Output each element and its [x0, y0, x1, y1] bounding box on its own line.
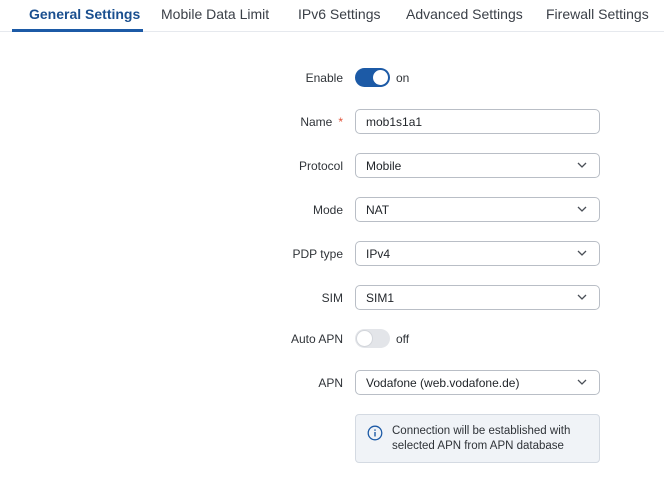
- tab-advanced-settings[interactable]: Advanced Settings: [406, 6, 523, 32]
- active-tab-indicator: [12, 29, 143, 32]
- sim-label: SIM: [321, 291, 343, 305]
- apn-info-box: Connection will be established with sele…: [355, 414, 600, 463]
- mode-select[interactable]: NAT: [355, 197, 600, 222]
- protocol-select-value: Mobile: [366, 158, 402, 173]
- required-asterisk: *: [338, 115, 343, 129]
- protocol-select[interactable]: Mobile: [355, 153, 600, 178]
- name-label: Name *: [300, 115, 343, 129]
- apn-label: APN: [318, 376, 343, 390]
- pdp-type-select[interactable]: IPv4: [355, 241, 600, 266]
- chevron-down-icon: [577, 250, 587, 256]
- name-label-text: Name: [300, 115, 333, 129]
- tab-ipv6-settings[interactable]: IPv6 Settings: [298, 6, 381, 32]
- chevron-down-icon: [577, 379, 587, 385]
- apn-select[interactable]: Vodafone (web.vodafone.de): [355, 370, 600, 395]
- sim-select-value: SIM1: [366, 290, 395, 305]
- auto-apn-toggle[interactable]: [355, 329, 390, 348]
- sim-select[interactable]: SIM1: [355, 285, 600, 310]
- toggle-knob: [373, 70, 388, 85]
- pdp-type-select-value: IPv4: [366, 246, 391, 261]
- mode-label: Mode: [312, 203, 343, 217]
- enable-label: Enable: [305, 71, 343, 85]
- auto-apn-state-text: off: [396, 332, 410, 346]
- enable-toggle[interactable]: [355, 68, 390, 87]
- tab-firewall-settings[interactable]: Firewall Settings: [546, 6, 649, 32]
- tab-bar: General Settings Mobile Data Limit IPv6 …: [0, 0, 664, 32]
- name-input[interactable]: mob1s1a1: [355, 109, 600, 134]
- enable-state-text: on: [396, 71, 410, 85]
- name-input-value: mob1s1a1: [366, 114, 423, 129]
- toggle-knob: [357, 331, 372, 346]
- chevron-down-icon: [577, 162, 587, 168]
- mode-select-value: NAT: [366, 202, 390, 217]
- tab-mobile-data-limit[interactable]: Mobile Data Limit: [161, 6, 269, 32]
- apn-info-text: Connection will be established with sele…: [392, 425, 571, 452]
- pdp-type-label: PDP type: [292, 247, 343, 261]
- auto-apn-label: Auto APN: [290, 332, 343, 346]
- chevron-down-icon: [577, 294, 587, 300]
- info-circle-icon: [367, 425, 383, 441]
- apn-select-value: Vodafone (web.vodafone.de): [366, 375, 520, 390]
- chevron-down-icon: [577, 206, 587, 212]
- protocol-label: Protocol: [298, 159, 343, 173]
